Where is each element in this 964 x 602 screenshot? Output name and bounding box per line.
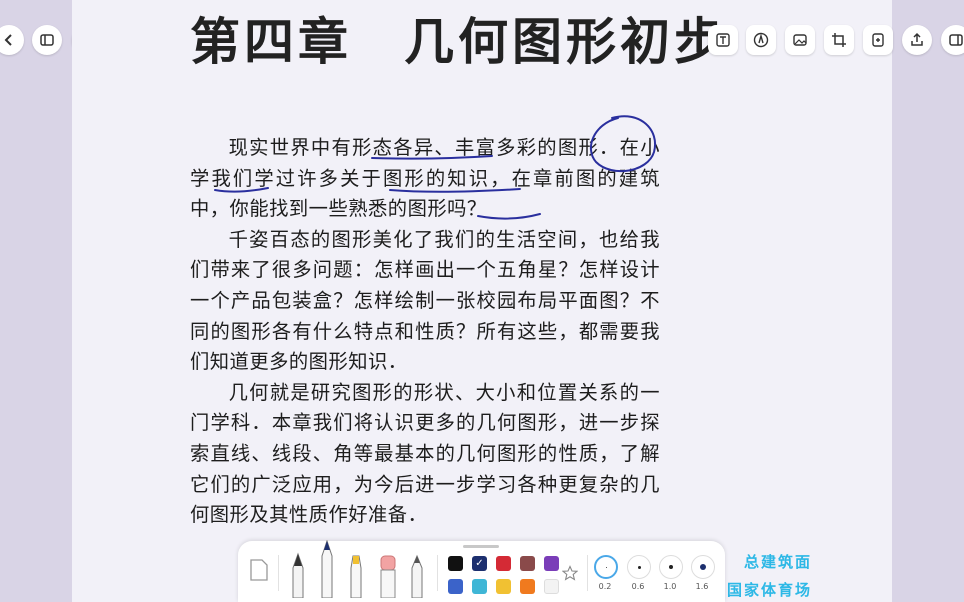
pen-size-label: 0.2 [598, 582, 612, 591]
check-icon: ✓ [475, 558, 484, 569]
pen-size-1-0[interactable] [659, 555, 683, 579]
panel-icon [949, 34, 963, 46]
page-add-icon [872, 33, 884, 47]
watermark-line-1: 总建筑面 [743, 553, 812, 571]
back-icon [4, 34, 12, 46]
sidebar-toggle-button[interactable] [32, 25, 62, 55]
pen-circle-icon [753, 32, 769, 48]
pen-size-0-2[interactable] [594, 555, 618, 579]
text-box-button[interactable] [708, 25, 738, 55]
paragraph-1: 现实世界中有形态各异、丰富多彩的图形．在小学我们学过许多关于图形的知识，在章前图… [190, 136, 660, 221]
share-button[interactable] [902, 25, 932, 55]
color-swatch-red[interactable] [496, 556, 511, 571]
pencil-button[interactable] [408, 554, 426, 602]
toolbar-divider [587, 555, 588, 591]
pen-size-1-6[interactable] [691, 555, 715, 579]
paragraph-2: 千姿百态的图形美化了我们的生活空间，也给我们带来了很多问题：怎样画出一个五角星？… [190, 227, 660, 374]
pen-toolbar: ✓ 0.2 0.6 1.0 1.6 [238, 539, 725, 602]
color-swatch-white[interactable] [544, 579, 559, 594]
pen-size-label: 0.6 [631, 582, 645, 591]
toolbar-drag-handle[interactable] [463, 545, 499, 548]
pen-size-0-6[interactable] [627, 555, 651, 579]
insert-image-button[interactable] [785, 25, 815, 55]
fountain-pen-icon [292, 552, 304, 599]
favorite-color-button[interactable] [561, 565, 579, 585]
share-icon [911, 32, 923, 46]
pencil-icon [411, 554, 423, 599]
crop-button[interactable] [824, 25, 854, 55]
ballpoint-pen-icon [321, 539, 333, 599]
chapter-title: 第四章 几何图形初步 [190, 2, 728, 74]
sidebar-icon [40, 34, 54, 46]
paragraph-3: 几何就是研究图形的形状、大小和位置关系的一门学科．本章我们将认识更多的几何图形，… [190, 380, 660, 527]
color-swatch-blue[interactable] [448, 579, 463, 594]
color-swatch-brown[interactable] [520, 556, 535, 571]
page-tool-button[interactable] [248, 558, 270, 586]
ballpoint-pen-button[interactable] [318, 539, 336, 602]
chapter-intro-text: 现实世界中有形态各异、丰富多彩的图形．在小学我们学过许多关于图形的知识，在章前图… [190, 133, 660, 531]
crop-icon [832, 33, 846, 47]
toolbar-divider [278, 555, 279, 591]
pen-size-label: 1.6 [695, 582, 709, 591]
color-swatch-yellow[interactable] [496, 579, 511, 594]
color-swatch-purple[interactable] [544, 556, 559, 571]
chapter-number: 第四章 [190, 12, 352, 71]
eraser-icon [380, 555, 396, 599]
pen-mode-button[interactable] [746, 25, 776, 55]
back-button[interactable] [0, 25, 24, 55]
fountain-pen-button[interactable] [288, 552, 308, 602]
star-icon [561, 565, 579, 581]
page-icon [250, 559, 268, 581]
watermark-line-2: 国家体育场 [726, 581, 812, 599]
color-swatch-orange[interactable] [520, 579, 535, 594]
add-page-button[interactable] [863, 25, 893, 55]
chapter-name: 几何图形初步 [404, 12, 728, 71]
eraser-button[interactable] [378, 554, 398, 602]
text-box-icon [716, 33, 730, 47]
color-swatch-cyan[interactable] [472, 579, 487, 594]
highlighter-button[interactable] [347, 554, 365, 602]
color-swatch-black[interactable] [448, 556, 463, 571]
pen-size-label: 1.0 [663, 582, 677, 591]
color-swatch-navy[interactable]: ✓ [472, 556, 487, 571]
panel-toggle-button[interactable] [941, 25, 964, 55]
toolbar-divider [437, 555, 438, 591]
image-icon [793, 34, 807, 46]
highlighter-icon [350, 555, 362, 599]
